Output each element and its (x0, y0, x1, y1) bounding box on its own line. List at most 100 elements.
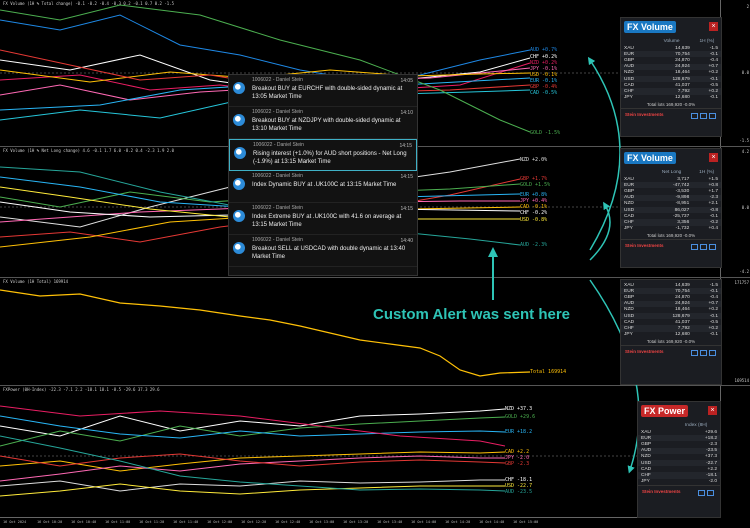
time-tick: 16 Oct 15:00 (513, 520, 539, 524)
col-header: 1H (%) (699, 170, 715, 175)
settings-button[interactable] (691, 243, 698, 250)
stein-logo: Stein Investments (625, 348, 664, 354)
time-tick: 16 Oct 11:00 (105, 520, 131, 524)
series-label: GOLD +1.5% (520, 182, 551, 188)
col-header: Net Long (661, 170, 682, 175)
axis-label: 0.0 (741, 205, 749, 210)
close-icon[interactable]: × (709, 153, 718, 162)
alert-message: Breakout BUY at NZDJPY with double-sided… (252, 118, 401, 132)
alert-item[interactable]: 1006022 - Daniel Stein 14:15 Index Dynamic… (229, 171, 417, 203)
panel-header[interactable]: FX Volume × (621, 149, 721, 169)
axis-label: 0.0 (741, 70, 749, 75)
panel-footer: Stein Investments (621, 344, 721, 360)
alert-sender: 1006022 - Daniel Stein (252, 173, 303, 179)
table-button[interactable] (709, 243, 716, 250)
axis-label: 2 (746, 4, 749, 9)
chart-button[interactable] (700, 243, 707, 250)
alert-sender: 1006022 - Daniel Stein (252, 237, 303, 243)
fx-power-logo: FX Power (641, 405, 689, 417)
col-header: Index (8H) (684, 423, 708, 428)
time-tick: 16 Oct 14:40 (479, 520, 505, 524)
alert-item[interactable]: 1006022 - Daniel Stein 14:10 Breakout BUY … (229, 107, 417, 139)
volume-total-plot (0, 289, 531, 377)
alert-sender: 1006022 - Daniel Stein (252, 205, 303, 211)
price-axis (720, 386, 750, 517)
volume-total-table: XAU 14,639 -1.5 EUR 70,754 -0.1 GBP 24,870 -0.4 A… (621, 282, 721, 338)
fx-volume-panel[interactable]: FX Volume × Volume 1H (%) XAU 14,639 -1.5 EU… (620, 17, 722, 137)
fx-power-panel[interactable]: FX Power × Index (8H) XAU +29.6 EUR +18.2 GB… (637, 401, 721, 518)
settings-button[interactable] (691, 349, 698, 356)
alert-time: 14:15 (399, 143, 412, 149)
alert-icon (234, 147, 246, 159)
pane-title: FX Volume (1H Total) 169914 (3, 279, 69, 284)
callout-text: Custom Alert was sent here (373, 306, 570, 323)
series-label: AUD -2.3% (520, 242, 548, 248)
time-tick: 16 Oct 14:00 (411, 520, 437, 524)
table-button[interactable] (709, 349, 716, 356)
axis-label: -1.5 (739, 138, 749, 143)
panel-footer: Stein Investments (621, 238, 721, 254)
pane-title: FX Volume (1H % Total change) -0.1 -0.2 … (3, 1, 174, 6)
panel-header[interactable]: FX Volume × (621, 18, 721, 38)
table-button[interactable] (707, 489, 714, 496)
alert-icon (233, 242, 245, 254)
price-axis: 171757 169514 (720, 278, 750, 385)
total-lots: Total lots 169,920 -0.0% (646, 338, 696, 344)
total-lots: Total lots 169,920 -0.0% (646, 101, 696, 107)
alert-icon (233, 210, 245, 222)
panel-footer: Stein Investments (621, 107, 721, 123)
fx-volume-logo: FX Volume (624, 152, 676, 164)
alert-item[interactable]: 1006022 - Daniel Stein 14:40 Breakout SELL… (229, 235, 417, 267)
series-label: GOLD +29.6 (505, 414, 536, 420)
time-tick: 16 Oct 11:40 (173, 520, 199, 524)
series-label: AUD +0.7% (530, 47, 558, 53)
close-icon[interactable]: × (709, 22, 718, 31)
alert-time: 14:15 (400, 174, 413, 180)
chart-button[interactable] (700, 349, 707, 356)
alert-item[interactable]: 1006022 - Daniel Stein 14:15 Index Extreme… (229, 203, 417, 235)
alerts-popup[interactable]: 1006022 - Daniel Stein 14:05 Breakout BUY … (228, 74, 418, 276)
alert-sender: 1006022 - Daniel Stein (253, 142, 304, 148)
pane-title: FXPower (0H-Index) -22.3 -7.1 2.2 -18.1 … (3, 387, 160, 392)
time-tick: 16 Oct 13:40 (377, 520, 403, 524)
fxpower-plot (0, 405, 720, 497)
axis-label: 171757 (734, 280, 749, 285)
volume-table: Volume 1H (%) XAU 14,639 -1.5 EUR 70,754 -0.1 G… (621, 38, 721, 101)
fx-volume-total-panel[interactable]: XAU 14,639 -1.5 EUR 70,754 -0.1 GBP 24,870 -0.4 A… (620, 279, 722, 385)
axis-label: 4.2 (741, 149, 749, 154)
time-tick: 16 Oct 12:00 (207, 520, 233, 524)
alert-message: Breakout SELL at USDCAD with double dyna… (252, 246, 406, 260)
settings-button[interactable] (691, 112, 698, 119)
series-label: AUD -23.5 (505, 489, 533, 495)
time-tick: 16 Oct 11:20 (139, 520, 165, 524)
time-axis: 16 Oct 2024 16 Oct 10:20 16 Oct 10:40 16 Oc… (0, 517, 720, 528)
series-label: GBP -2.3 (505, 461, 530, 467)
alert-time: 14:40 (400, 238, 413, 244)
panel-header[interactable]: FX Power × (638, 402, 720, 422)
stein-logo: Stein Investments (642, 488, 681, 494)
series-label: CHF -0.2% (520, 210, 548, 216)
time-tick: 16 Oct 10:20 (37, 520, 63, 524)
time-tick: 16 Oct 13:20 (343, 520, 369, 524)
alert-icon (233, 114, 245, 126)
alert-sender: 1006022 - Daniel Stein (252, 77, 303, 83)
fx-volume-netlong-panel[interactable]: FX Volume × Net Long 1H (%) XAU 3,717 +1.5 E… (620, 148, 722, 268)
alert-message: Index Dynamic BUY at .UK100C at 13:15 Ma… (252, 182, 397, 188)
stein-logo: Stein Investments (625, 242, 664, 248)
time-tick: 16 Oct 2024 (3, 520, 27, 524)
series-label: EUR +18.2 (505, 429, 533, 435)
axis-label: 169514 (734, 378, 749, 383)
chart-button[interactable] (700, 112, 707, 119)
alert-item[interactable]: 1006022 - Daniel Stein 14:15 Rising intere… (229, 139, 417, 171)
alert-sender: 1006022 - Daniel Stein (252, 109, 303, 115)
series-label: NZD +2.0% (520, 157, 548, 163)
time-tick: 16 Oct 12:40 (275, 520, 301, 524)
table-button[interactable] (709, 112, 716, 119)
chart-button[interactable] (698, 489, 705, 496)
panel-footer: Stein Investments (638, 484, 720, 500)
close-icon[interactable]: × (708, 406, 717, 415)
col-header: 1H (%) (699, 39, 715, 44)
time-tick: 16 Oct 14:20 (445, 520, 471, 524)
alert-item[interactable]: 1006022 - Daniel Stein 14:05 Breakout BUY … (229, 75, 417, 107)
time-tick: 16 Oct 12:20 (241, 520, 267, 524)
